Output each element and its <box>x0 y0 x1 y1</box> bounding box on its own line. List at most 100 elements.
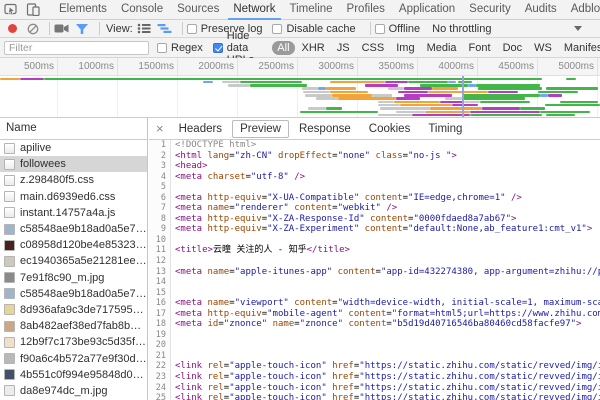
request-row[interactable]: ec1940365a5e21281ee71856… <box>0 253 147 269</box>
details-tabs: HeadersPreviewResponseCookiesTiming <box>171 120 473 138</box>
request-row[interactable]: f90a6c4b572a77e9f30de153… <box>0 350 147 366</box>
document-icon <box>4 191 15 202</box>
regex-checkbox[interactable]: Regex <box>157 42 203 54</box>
tab-sources[interactable]: Sources <box>170 0 226 20</box>
request-row[interactable]: instant.14757a4a.js <box>0 205 147 221</box>
source-line: 25<link rel="apple-touch-icon" href="htt… <box>149 393 600 400</box>
ruler-tick-label: 1500ms <box>127 61 174 72</box>
overview-request-bar <box>488 91 518 94</box>
overview-request-bar <box>250 84 307 87</box>
tab-adblock-plus[interactable]: Adblock Plus <box>564 0 600 20</box>
overview-request-bar <box>566 78 576 81</box>
device-toolbar-icon[interactable] <box>22 3 44 16</box>
request-row[interactable]: 8ab482aef38ed7fab8bd4314… <box>0 318 147 334</box>
overview-request-bar <box>372 94 392 97</box>
view-large-rows-icon[interactable] <box>137 23 151 34</box>
document-icon <box>4 175 15 186</box>
line-content <box>171 235 175 246</box>
request-name: z.298480f5.css <box>20 174 94 186</box>
source-line: 15 <box>149 288 600 299</box>
request-row[interactable]: c08958d120be4e853230649… <box>0 237 147 253</box>
overview-request-bar <box>303 91 330 94</box>
network-overview[interactable] <box>0 76 600 118</box>
devtools-tabbar: ElementsConsoleSourcesNetworkTimelinePro… <box>0 0 600 20</box>
filter-input[interactable] <box>4 41 149 55</box>
throttling-value: No throttling <box>432 23 491 35</box>
filter-type-xhr[interactable]: XHR <box>297 41 330 55</box>
view-overview-icon[interactable] <box>157 23 172 34</box>
name-column-header[interactable]: Name <box>0 118 147 140</box>
overview-request-bar <box>482 107 520 110</box>
line-content: <link rel="apple-touch-icon" href="https… <box>171 383 600 394</box>
overview-request-bar <box>385 81 408 84</box>
throttling-select[interactable]: No throttling <box>432 23 582 35</box>
details-tab-timing[interactable]: Timing <box>420 120 470 138</box>
ruler-tick-label: 2500ms <box>247 61 294 72</box>
overview-request-bar <box>398 91 428 94</box>
request-row[interactable]: 7e91f8c90_m.jpg <box>0 270 147 286</box>
details-tab-preview[interactable]: Preview <box>232 120 289 138</box>
tab-console[interactable]: Console <box>114 0 170 20</box>
tab-elements[interactable]: Elements <box>52 0 114 20</box>
request-row[interactable]: 4b551c0f994e95848d0dda09… <box>0 367 147 383</box>
source-line: 12 <box>149 256 600 267</box>
screenshot-capture-icon[interactable] <box>54 23 69 34</box>
tab-timeline[interactable]: Timeline <box>283 0 340 20</box>
request-row[interactable]: 8d936afa9c3de7175958fae5… <box>0 302 147 318</box>
filter-type-all[interactable]: All <box>272 41 294 55</box>
request-row[interactable]: apilive <box>0 140 147 156</box>
overview-request-bar <box>476 84 540 87</box>
line-content <box>171 330 175 341</box>
request-row[interactable]: followees <box>0 156 147 172</box>
overview-request-bar <box>546 87 598 90</box>
details-tab-cookies[interactable]: Cookies <box>361 120 419 138</box>
filter-type-manifest[interactable]: Manifest <box>559 41 600 55</box>
resource-type-filters: AllXHRJSCSSImgMediaFontDocWSManifestOthe… <box>272 41 600 55</box>
line-content <box>171 340 175 351</box>
clear-icon[interactable] <box>27 23 39 35</box>
overview-request-bar <box>478 87 542 90</box>
line-number: 24 <box>149 383 171 394</box>
filter-type-ws[interactable]: WS <box>529 41 557 55</box>
inspect-element-icon[interactable] <box>0 3 22 16</box>
request-row[interactable]: da8e974dc_m.jpg <box>0 383 147 399</box>
source-line: 17<meta http-equiv="mobile-agent" conten… <box>149 309 600 320</box>
overview-gridline <box>177 76 178 117</box>
preview-source-view[interactable]: 1<!DOCTYPE html>2<html lang="zh-CN" drop… <box>149 140 600 400</box>
line-number: 25 <box>149 393 171 400</box>
ruler-gridline <box>357 58 358 75</box>
disable-cache-checkbox[interactable]: Disable cache <box>272 23 355 35</box>
request-row[interactable]: 12b9f7c173be93c5d35fea2d… <box>0 334 147 350</box>
tab-application[interactable]: Application <box>392 0 462 20</box>
overview-request-bar <box>462 97 525 100</box>
filter-type-font[interactable]: Font <box>464 41 496 55</box>
filter-type-doc[interactable]: Doc <box>498 41 528 55</box>
offline-checkbox[interactable]: Offline <box>375 23 421 35</box>
ruler-gridline <box>537 58 538 75</box>
filter-type-media[interactable]: Media <box>422 41 462 55</box>
filter-funnel-icon[interactable] <box>75 23 89 35</box>
tab-security[interactable]: Security <box>462 0 518 20</box>
record-icon[interactable] <box>8 24 17 33</box>
document-icon <box>4 143 15 154</box>
image-thumbnail-icon <box>4 385 15 396</box>
tab-network[interactable]: Network <box>226 0 282 20</box>
details-tab-response[interactable]: Response <box>291 120 359 138</box>
request-row[interactable]: c58548ae9b18ad0a5e79fe4e… <box>0 286 147 302</box>
details-tab-headers[interactable]: Headers <box>171 120 230 138</box>
request-row[interactable]: main.d6939ed6.css <box>0 189 147 205</box>
filter-type-img[interactable]: Img <box>391 41 419 55</box>
overview-request-bar <box>545 104 600 107</box>
request-row[interactable]: z.298480f5.css <box>0 172 147 188</box>
tab-profiles[interactable]: Profiles <box>340 0 392 20</box>
overview-request-bar <box>0 78 20 81</box>
tab-audits[interactable]: Audits <box>518 0 564 20</box>
image-thumbnail-icon <box>4 369 15 380</box>
request-name: 12b9f7c173be93c5d35fea2d… <box>20 336 147 348</box>
request-row[interactable]: c58548ae9b18ad0a5e79fe4e… <box>0 221 147 237</box>
filter-type-js[interactable]: JS <box>332 41 355 55</box>
filter-type-css[interactable]: CSS <box>357 41 390 55</box>
overview-request-bar <box>330 81 385 84</box>
close-icon[interactable]: × <box>149 121 171 137</box>
overview-request-bar <box>44 78 542 81</box>
